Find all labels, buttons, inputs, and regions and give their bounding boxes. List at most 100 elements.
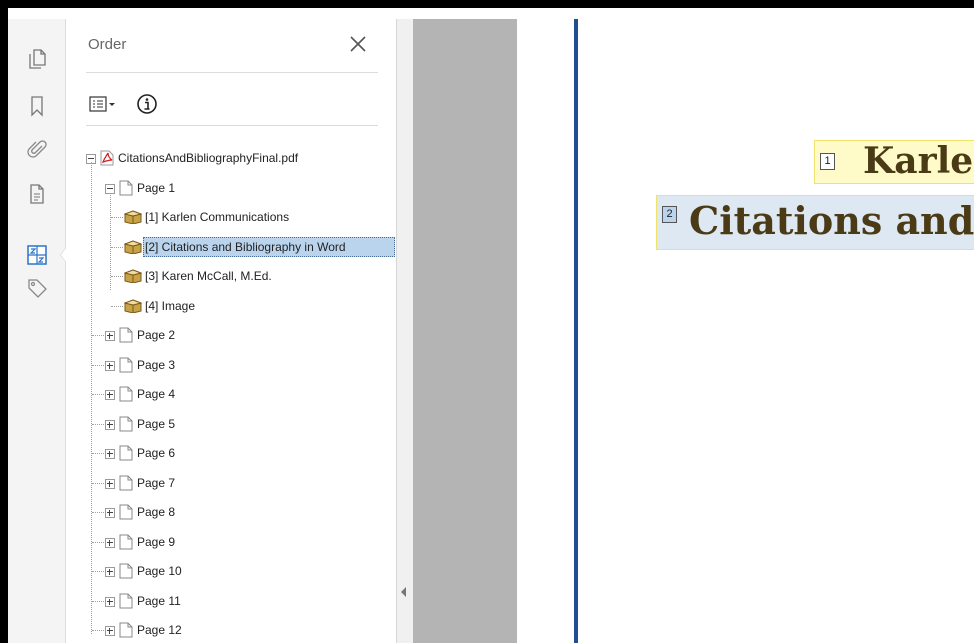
page-label: Page 6 [137, 446, 176, 460]
tag-item-label: [3] Karen McCall, M.Ed. [145, 269, 272, 283]
expand-toggle-icon[interactable] [105, 596, 115, 607]
page-label: Page 7 [137, 475, 176, 490]
tree-connector [92, 482, 104, 484]
tree-page-1[interactable]: Page 1 [105, 178, 385, 198]
expand-toggle-icon[interactable] [105, 537, 115, 548]
document-page: 1 Karlen Communications 2 Citations and … [517, 19, 974, 643]
expand-toggle-icon[interactable] [105, 567, 115, 577]
tree-connector [92, 453, 104, 454]
expand-toggle-icon[interactable] [105, 626, 115, 636]
tree-page[interactable]: Page 6 [105, 443, 305, 463]
page-icon [119, 622, 133, 638]
tree-page[interactable]: Page 3 [105, 355, 305, 375]
page-label: Page 4 [137, 387, 176, 401]
expand-toggle-icon[interactable] [105, 449, 115, 459]
page-label: Page 1 [137, 180, 176, 195]
pages-icon[interactable] [25, 47, 49, 71]
tree-page[interactable]: Page 9 [105, 532, 305, 552]
info-icon[interactable] [136, 93, 158, 115]
navigation-rail [8, 19, 67, 643]
page-icon [119, 534, 133, 549]
tree-page[interactable]: Page 11 [105, 591, 305, 611]
page-icon [119, 593, 133, 608]
tree-connector [92, 600, 104, 602]
page-icon [119, 445, 133, 461]
page-label: Page 9 [137, 534, 176, 549]
tree-root-label: CitationsAndBibliographyFinal.pdf [118, 151, 299, 165]
tree-connector [92, 512, 104, 513]
title-text: Citations and Bibliography in Word [689, 198, 974, 243]
tag-number: 2 [662, 206, 677, 223]
tree-root[interactable]: CitationsAndBibliographyFinal.pdf [86, 148, 386, 168]
expand-toggle-icon[interactable] [105, 331, 115, 341]
attachment-icon[interactable] [25, 138, 49, 162]
page-icon [119, 180, 133, 195]
tree-page[interactable]: Page 5 [105, 414, 305, 434]
tree-connector [92, 571, 104, 572]
order-panel: Order CitationsAndBibliographyFinal.pdf P… [66, 19, 396, 643]
tree-connector [111, 217, 123, 218]
page-icon [119, 357, 133, 372]
page-label: Page 5 [137, 416, 176, 431]
page-label: Page 12 [137, 623, 182, 637]
pdf-file-icon [100, 150, 114, 166]
tags-icon[interactable] [25, 276, 49, 300]
page-icon [119, 563, 133, 579]
document-properties-icon[interactable] [25, 182, 49, 206]
page-icon [119, 386, 133, 402]
page-icon [119, 475, 133, 490]
tag-container-icon [124, 239, 142, 254]
expand-toggle-icon[interactable] [105, 390, 115, 400]
page-label: Page 8 [137, 505, 176, 519]
collapse-panel-arrow-icon[interactable] [401, 587, 406, 597]
acrobat-window: Order CitationsAndBibliographyFinal.pdf P… [8, 8, 974, 643]
tree-connector [92, 335, 104, 336]
tree-page[interactable]: Page 12 [105, 620, 305, 640]
tree-tag-item[interactable]: [4] Image [124, 296, 394, 316]
page-edge [574, 19, 578, 643]
tag-region-1[interactable]: 1 Karlen Communications [814, 140, 974, 184]
tree-tag-item[interactable]: [2] Citations and Bibliography in Word [124, 236, 395, 257]
tag-region-2[interactable]: 2 Citations and Bibliography in Word [656, 195, 974, 250]
tree-connector [92, 394, 104, 395]
page-label: Page 2 [137, 328, 176, 342]
tree-connector [111, 305, 123, 307]
tree-page[interactable]: Page 7 [105, 473, 305, 493]
tree-connector [92, 364, 104, 366]
tag-container-icon [124, 269, 142, 283]
bookmark-icon[interactable] [25, 94, 49, 118]
expand-toggle-icon[interactable] [105, 419, 115, 430]
tree-tag-item[interactable]: [3] Karen McCall, M.Ed. [124, 266, 394, 286]
page-icon [119, 416, 133, 431]
tree-tag-item[interactable]: [1] Karlen Communications [124, 207, 394, 227]
tree-page[interactable]: Page 10 [105, 561, 305, 581]
tag-item-label: [4] Image [145, 298, 196, 313]
tree-connector [92, 541, 104, 543]
tree-connector [91, 162, 92, 634]
close-icon[interactable] [346, 32, 370, 56]
expand-toggle-icon[interactable] [105, 508, 115, 518]
tree-connector [111, 246, 123, 248]
tag-container-icon [124, 210, 142, 224]
panel-splitter[interactable] [396, 19, 413, 643]
options-menu-button[interactable] [89, 93, 129, 115]
collapse-toggle-icon[interactable] [105, 183, 115, 194]
tag-container-icon [124, 298, 142, 313]
panel-divider [86, 72, 378, 73]
expand-toggle-icon[interactable] [105, 478, 115, 489]
expand-toggle-icon[interactable] [105, 360, 115, 371]
page-icon [119, 327, 133, 343]
tree-connector [92, 630, 104, 631]
heading-text: Karlen Communications [863, 140, 974, 182]
panel-divider [86, 125, 378, 126]
page-icon [119, 504, 133, 520]
page-label: Page 11 [137, 593, 181, 608]
page-label: Page 3 [137, 357, 176, 372]
tree-page[interactable]: Page 8 [105, 502, 305, 522]
tree-connector [111, 276, 123, 277]
order-icon[interactable] [25, 243, 49, 267]
page-label: Page 10 [137, 564, 182, 578]
tree-page[interactable]: Page 2 [105, 325, 305, 345]
tree-page[interactable]: Page 4 [105, 384, 305, 404]
tag-item-label: [2] Citations and Bibliography in Word [145, 239, 346, 254]
